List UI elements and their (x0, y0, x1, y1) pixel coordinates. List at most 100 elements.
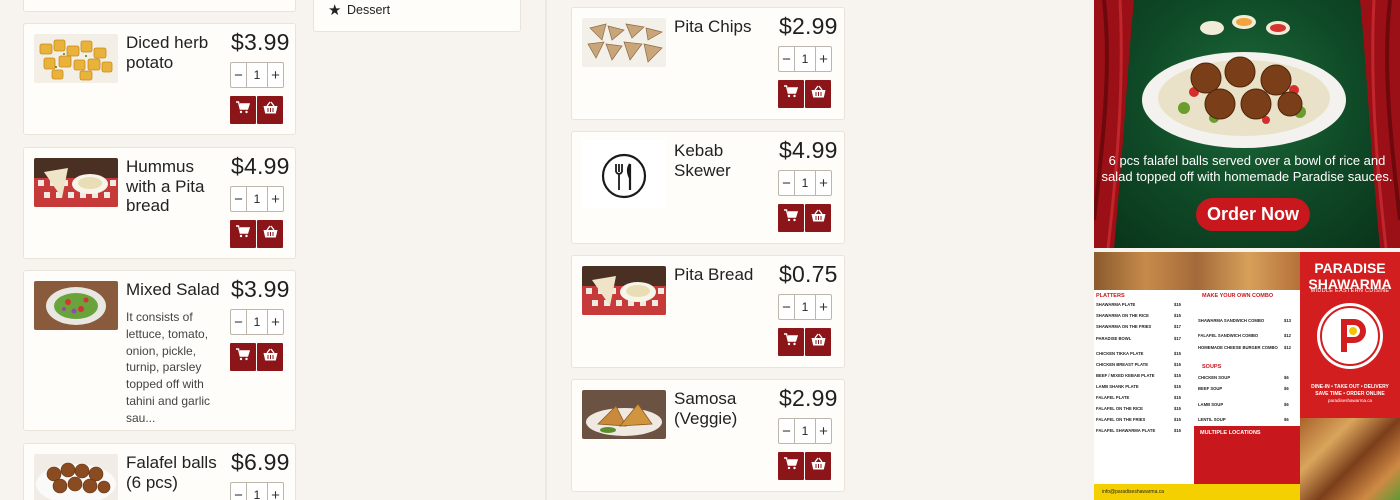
decrement-button[interactable]: − (779, 47, 794, 71)
increment-button[interactable]: + (268, 310, 283, 334)
quantity-input[interactable]: 1 (794, 419, 816, 443)
quantity-input[interactable]: 1 (246, 483, 268, 500)
order-now-button[interactable] (257, 220, 283, 248)
quantity-input[interactable]: 1 (794, 171, 816, 195)
menu-line-name: CHICKEN TIKKA PLATE (1096, 351, 1144, 356)
menu-line-name: LAMB SHANK PLATE (1096, 384, 1139, 389)
menu-line: CHICKEN TIKKA PLATE $15 (1096, 351, 1181, 356)
decrement-button[interactable]: − (231, 187, 246, 211)
increment-button[interactable]: + (268, 483, 283, 500)
quantity-input[interactable]: 1 (794, 47, 816, 71)
quantity-input[interactable]: 1 (246, 310, 268, 334)
diced-potato-image[interactable] (34, 34, 118, 83)
menu-line-name: BEEF SOUP (1198, 386, 1223, 391)
menu-line-price: $15 (1174, 384, 1181, 389)
category-dessert[interactable]: ★ Dessert (313, 0, 521, 32)
add-to-cart-button[interactable] (230, 220, 256, 248)
quantity-stepper: − 1 + (230, 186, 284, 212)
cart-icon (236, 225, 251, 243)
basket-icon (811, 457, 826, 475)
menu-item-card: Diced herb potato $3.99 − 1 + (23, 23, 296, 135)
item-name: Diced herb potato (126, 33, 209, 72)
food-photo-grid (1300, 418, 1400, 500)
increment-button[interactable]: + (268, 187, 283, 211)
increment-button[interactable]: + (816, 47, 831, 71)
order-now-button[interactable]: Order Now (1196, 198, 1310, 231)
menu-line-price: $15 (1174, 428, 1181, 433)
soups-title: SOUPS (1202, 364, 1222, 370)
platters-title: PLATTERS (1096, 293, 1125, 299)
item-price: $2.99 (779, 385, 838, 411)
increment-button[interactable]: + (816, 171, 831, 195)
menu-line: CHICKEN BREAST PLATE $15 (1096, 362, 1181, 367)
menu-line: FALAFEL ON THE FRIES $15 (1096, 417, 1181, 422)
order-now-button[interactable] (805, 80, 831, 108)
falafel-image[interactable] (34, 454, 118, 500)
add-to-cart-button[interactable] (778, 328, 804, 356)
menu-line: LAMB SHANK PLATE $15 (1096, 384, 1181, 389)
add-to-cart-button[interactable] (230, 96, 256, 124)
order-now-button[interactable] (805, 328, 831, 356)
decrement-button[interactable]: − (779, 295, 794, 319)
menu-line: FALAFEL PLATE $15 (1096, 395, 1181, 400)
hummus-image[interactable] (34, 158, 118, 207)
quantity-input[interactable]: 1 (246, 187, 268, 211)
add-to-cart-button[interactable] (778, 204, 804, 232)
quantity-input[interactable]: 1 (246, 63, 268, 87)
decrement-button[interactable]: − (231, 63, 246, 87)
falafel-promo-banner[interactable]: 6 pcs falafel balls served over a bowl o… (1094, 0, 1400, 248)
menu-line: HOMEMADE CHEESE BURGER COMBO $12 (1198, 345, 1291, 350)
cutlery-placeholder-image[interactable] (582, 140, 666, 208)
promo-caption: 6 pcs falafel balls served over a bowl o… (1101, 153, 1393, 184)
menu-line-price: $15 (1174, 406, 1181, 411)
item-price: $4.99 (779, 137, 838, 163)
quantity-input[interactable]: 1 (794, 295, 816, 319)
decrement-button[interactable]: − (779, 419, 794, 443)
basket-icon (811, 209, 826, 227)
pita-chips-image[interactable] (582, 18, 666, 67)
locations-title: MULTIPLE LOCATIONS (1200, 430, 1261, 436)
add-to-cart-button[interactable] (778, 80, 804, 108)
item-name: Pita Bread (674, 265, 754, 284)
add-to-cart-button[interactable] (230, 343, 256, 371)
menu-line-name: LENTIL SOUP (1198, 417, 1226, 422)
increment-button[interactable]: + (816, 295, 831, 319)
combo-title: MAKE YOUR OWN COMBO (1202, 293, 1274, 299)
decrement-button[interactable]: − (231, 310, 246, 334)
salad-image[interactable] (34, 281, 118, 330)
menu-line-price: $15 (1174, 302, 1181, 307)
menu-flyer-banner[interactable]: PLATTERS MAKE YOUR OWN COMBO SHAWARMA PL… (1094, 252, 1400, 500)
website-text: paradiseshawarma.ca (1327, 398, 1373, 403)
menu-item-card: Falafel balls (6 pcs) $6.99 − 1 + (23, 443, 296, 500)
order-now-button[interactable] (257, 343, 283, 371)
increment-button[interactable]: + (268, 63, 283, 87)
menu-line-price: $6 (1284, 386, 1289, 391)
menu-line: LAMB SOUP $6 (1198, 402, 1289, 407)
menu-line-price: $13 (1284, 318, 1291, 323)
item-name: Mixed Salad (126, 280, 220, 299)
menu-line-name: BEEF / MIXED KEBAB PLATE (1096, 373, 1155, 378)
order-now-button[interactable] (257, 96, 283, 124)
menu-item-card: Mixed Salad It consists of lettuce, toma… (23, 270, 296, 431)
order-now-button[interactable] (805, 204, 831, 232)
menu-line: LENTIL SOUP $6 (1198, 417, 1289, 422)
menu-line-name: FALAFEL PLATE (1096, 395, 1130, 400)
cart-icon (784, 333, 799, 351)
menu-item-card: Hummus with a Pita bread $4.99 − 1 + (23, 147, 296, 259)
menu-line-price: $15 (1174, 362, 1181, 367)
pita-bread-image[interactable] (582, 266, 666, 315)
quantity-stepper: − 1 + (230, 482, 284, 500)
order-now-button[interactable] (805, 452, 831, 480)
decrement-button[interactable]: − (779, 171, 794, 195)
menu-line-price: $17 (1174, 336, 1181, 341)
item-name: Kebab Skewer (674, 141, 731, 180)
menu-line: SHAWARMA SANDWICH COMBO $13 (1198, 318, 1291, 323)
menu-line: SHAWARMA ON THE RICE $15 (1096, 313, 1181, 318)
menu-line-price: $17 (1174, 324, 1181, 329)
add-to-cart-button[interactable] (778, 452, 804, 480)
decrement-button[interactable]: − (231, 483, 246, 500)
samosa-image[interactable] (582, 390, 666, 439)
menu-item-card (23, 0, 296, 12)
menu-line-price: $12 (1284, 345, 1291, 350)
increment-button[interactable]: + (816, 419, 831, 443)
